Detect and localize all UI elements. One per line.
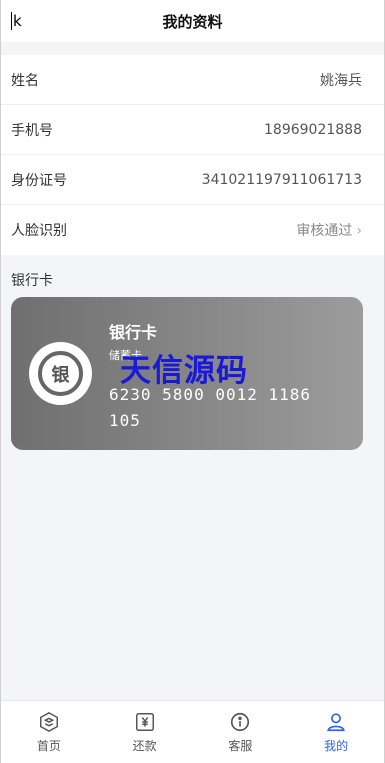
face-recognition-status: 审核通过 › [296, 220, 362, 240]
text-cursor-icon [11, 12, 12, 30]
watermark: 天信源码 [120, 353, 248, 389]
tab-service-label: 客服 [228, 738, 253, 753]
tab-home[interactable]: 首页 [1, 711, 97, 754]
id-number-row: 身份证号 341021197911061713 [1, 155, 384, 205]
tab-mine-label: 我的 [324, 738, 349, 753]
face-recognition-value: 审核通过 [296, 223, 353, 239]
card-name: 银行卡 [109, 323, 158, 342]
phone-value: 18969021888 [264, 121, 362, 138]
face-recognition-row[interactable]: 人脸识别 审核通过 › [1, 205, 384, 255]
phone-row: 手机号 18969021888 [1, 105, 384, 155]
tab-repay-label: 还款 [132, 738, 157, 753]
profile-info-list: 姓名 姚海兵 手机号 18969021888 身份证号 341021197911… [1, 55, 384, 255]
service-icon [231, 712, 250, 731]
name-row: 姓名 姚海兵 [1, 55, 384, 105]
page-title: 我的资料 [162, 12, 223, 31]
bank-logo-icon: 银 [29, 342, 92, 405]
tab-service[interactable]: 客服 [193, 711, 289, 754]
bank-logo-text: 银 [38, 351, 83, 396]
app-screen: k 我的资料 姓名 姚海兵 手机号 18969021888 身份证号 34102… [0, 0, 385, 763]
home-icon [39, 711, 58, 732]
face-recognition-label: 人脸识别 [11, 223, 67, 239]
user-icon [327, 712, 345, 731]
name-label: 姓名 [11, 72, 39, 89]
back-button[interactable]: k [11, 11, 22, 31]
repay-icon [135, 712, 154, 731]
bank-card-section-title: 银行卡 [11, 273, 53, 289]
tab-repay[interactable]: 还款 [97, 711, 193, 754]
bottom-tab-bar: 首页 还款 客服 我的 [1, 700, 384, 763]
tab-mine[interactable]: 我的 [288, 711, 384, 754]
id-number-label: 身份证号 [11, 172, 67, 189]
phone-label: 手机号 [11, 122, 53, 139]
tab-home-label: 首页 [36, 738, 61, 753]
chevron-right-icon: › [356, 223, 362, 239]
id-number-value: 341021197911061713 [201, 171, 362, 188]
back-label: k [13, 12, 22, 30]
name-value: 姚海兵 [320, 72, 362, 89]
header: k 我的资料 [1, 0, 384, 42]
